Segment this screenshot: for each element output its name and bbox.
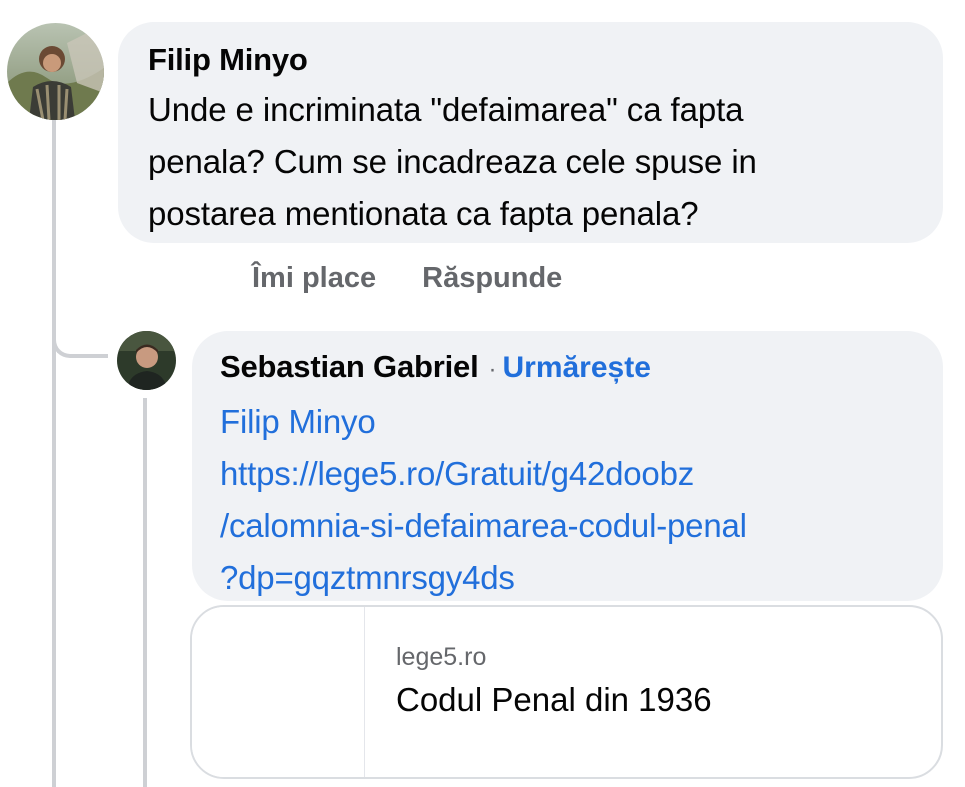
link-preview-thumbnail xyxy=(192,607,365,777)
thread-line-branch xyxy=(52,320,108,358)
thread-line-reply xyxy=(143,398,147,787)
comment-text-line: postarea mentionata ca fapta penala? xyxy=(148,195,699,232)
url-link-line[interactable]: https://lege5.ro/Gratuit/g42doobz xyxy=(220,448,915,500)
thread-line-main xyxy=(52,120,56,787)
avatar-filip-minyo[interactable] xyxy=(7,23,104,120)
url-link-line[interactable]: ?dp=gqztmnrsgy4ds xyxy=(220,552,915,604)
reply-header: Sebastian Gabriel · Urmărește xyxy=(220,347,915,394)
comment-text-line: Unde e incriminata "defaimarea" ca fapta xyxy=(148,91,744,128)
link-preview-card[interactable]: lege5.ro Codul Penal din 1936 xyxy=(190,605,943,779)
user-avatar-icon xyxy=(117,331,176,390)
reply-button[interactable]: Răspunde xyxy=(422,262,562,294)
mention-link[interactable]: Filip Minyo xyxy=(220,396,915,448)
link-preview-domain: lege5.ro xyxy=(396,643,487,671)
avatar-sebastian-gabriel[interactable] xyxy=(117,331,176,390)
separator-dot: · xyxy=(488,356,497,383)
reply-body: Filip Minyo https://lege5.ro/Gratuit/g42… xyxy=(220,396,915,604)
reply-bubble: Sebastian Gabriel · Urmărește Filip Minyo … xyxy=(192,331,943,601)
comment-text-line: penala? Cum se incadreaza cele spuse in xyxy=(148,143,757,180)
user-avatar-icon xyxy=(7,23,104,120)
comment-text: Unde e incriminata "defaimarea" ca fapta… xyxy=(148,84,913,240)
link-preview-title: Codul Penal din 1936 xyxy=(396,681,712,718)
comment-actions: Îmi place Răspunde xyxy=(252,262,608,295)
comment-bubble: Filip Minyo Unde e incriminata "defaimar… xyxy=(118,22,943,243)
url-link-line[interactable]: /calomnia-si-defaimarea-codul-penal xyxy=(220,500,915,552)
like-button[interactable]: Îmi place xyxy=(252,262,376,294)
comment-author-name[interactable]: Filip Minyo xyxy=(148,40,913,80)
follow-button[interactable]: Urmărește xyxy=(502,351,650,384)
reply-author-name[interactable]: Sebastian Gabriel xyxy=(220,349,479,384)
